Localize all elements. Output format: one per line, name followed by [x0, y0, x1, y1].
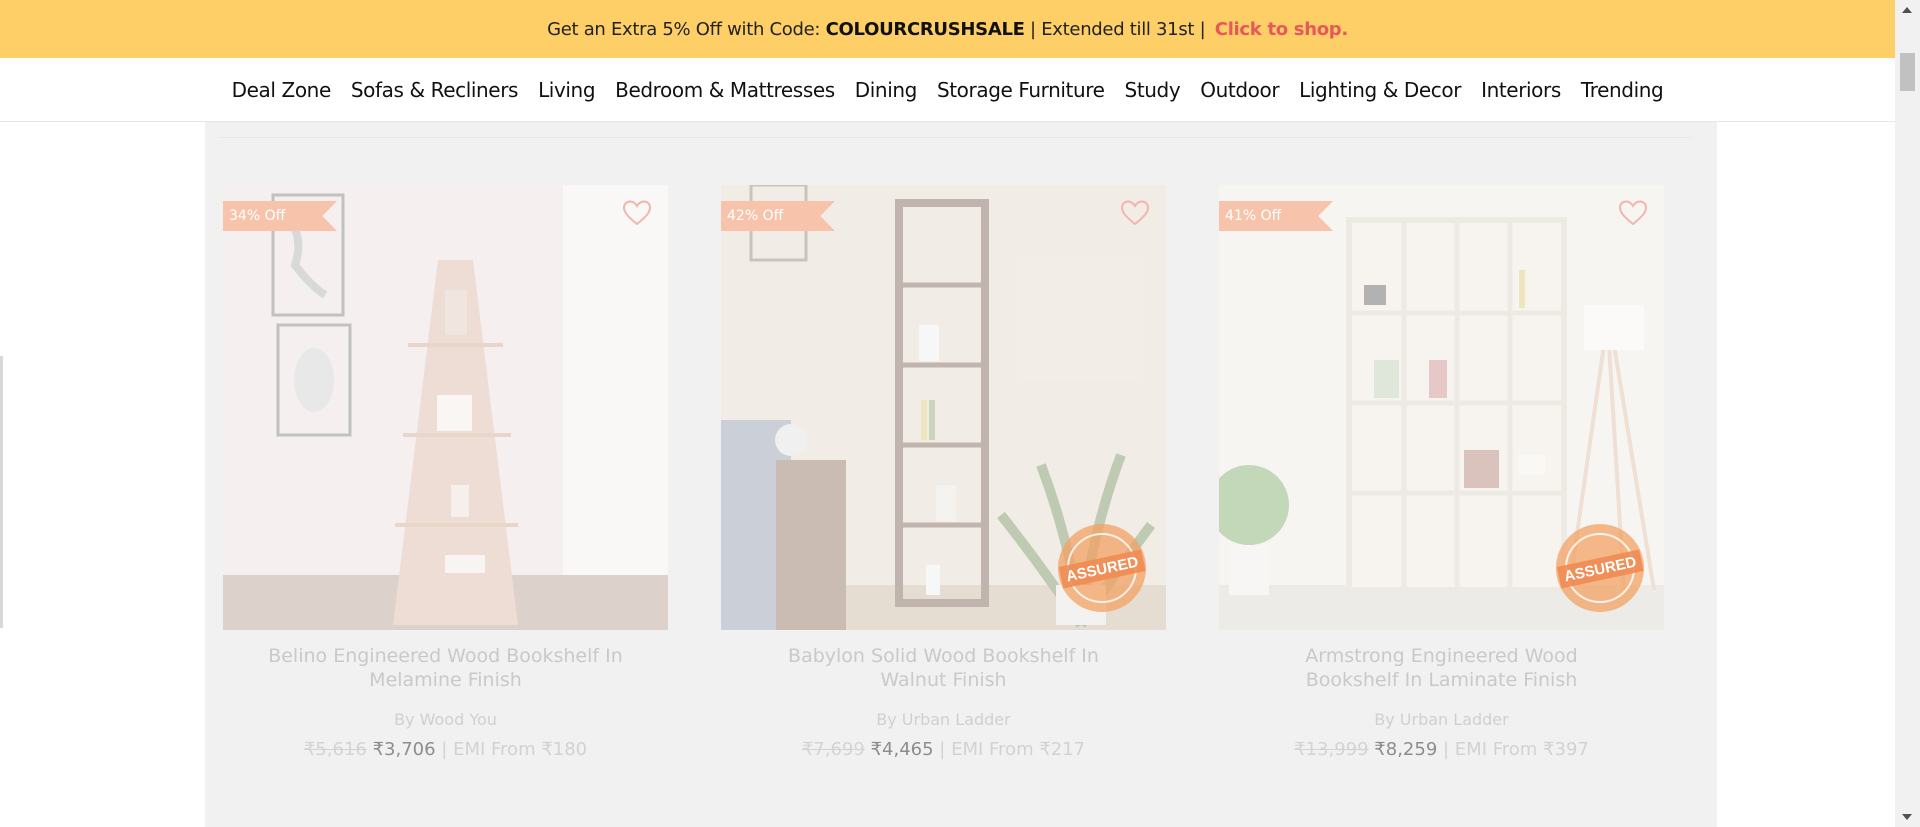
scrollbar-thumb[interactable] [1900, 53, 1915, 91]
discount-badge: 34% Off [223, 201, 337, 231]
product-card[interactable]: 41% Off ASSURED Armstrong Engineered Woo… [1219, 185, 1664, 760]
sale-price: ₹3,706 [372, 739, 436, 760]
promo-extension-text: | Extended till 31st | [1024, 18, 1211, 40]
scroll-up-arrow-icon[interactable] [1902, 7, 1912, 13]
product-card[interactable]: 42% Off ASSURED Babylon Solid Wood Books… [721, 185, 1166, 760]
heart-outline-icon[interactable] [622, 199, 652, 227]
product-price-row: ₹5,616 ₹3,706 | EMI From ₹180 [223, 739, 668, 760]
sale-price: ₹4,465 [870, 739, 934, 760]
product-image[interactable]: 42% Off ASSURED [721, 185, 1166, 630]
product-title[interactable]: Babylon Solid Wood Bookshelf In Walnut F… [721, 644, 1166, 692]
heart-outline-icon[interactable] [1120, 199, 1150, 227]
nav-item-lighting-decor[interactable]: Lighting & Decor [1289, 78, 1471, 102]
emi-text: | EMI From ₹397 [1437, 739, 1589, 760]
nav-item-storage-furniture[interactable]: Storage Furniture [927, 78, 1115, 102]
page-scrollbar[interactable] [1895, 0, 1920, 827]
nav-item-trending[interactable]: Trending [1571, 78, 1673, 102]
sale-price: ₹8,259 [1374, 739, 1438, 760]
product-brand[interactable]: By Urban Ladder [721, 710, 1166, 729]
product-price-row: ₹7,699 ₹4,465 | EMI From ₹217 [721, 739, 1166, 760]
promo-text: Get an Extra 5% Off with Code: [547, 18, 826, 40]
main-nav: Deal Zone Sofas & Recliners Living Bedro… [0, 58, 1895, 122]
nav-item-interiors[interactable]: Interiors [1471, 78, 1571, 102]
nav-item-deal-zone[interactable]: Deal Zone [222, 78, 341, 102]
product-title[interactable]: Armstrong Engineered Wood Bookshelf In L… [1219, 644, 1664, 692]
discount-badge: 41% Off [1219, 201, 1333, 231]
nav-item-sofas-recliners[interactable]: Sofas & Recliners [341, 78, 528, 102]
product-card[interactable]: 34% Off Belino Engineered Wood Bookshelf… [223, 185, 668, 760]
product-image[interactable]: 41% Off ASSURED [1219, 185, 1664, 630]
emi-text: | EMI From ₹180 [435, 739, 588, 760]
image-overlay [223, 185, 668, 630]
product-price-row: ₹13,999 ₹8,259 | EMI From ₹397 [1219, 739, 1664, 760]
side-feedback-tab[interactable] [0, 356, 3, 628]
product-title[interactable]: Belino Engineered Wood Bookshelf In Mela… [223, 644, 668, 692]
original-price: ₹7,699 [801, 739, 865, 760]
original-price: ₹13,999 [1294, 739, 1369, 760]
nav-item-bedroom-mattresses[interactable]: Bedroom & Mattresses [605, 78, 845, 102]
product-image[interactable]: 34% Off [223, 185, 668, 630]
section-divider [219, 137, 1691, 138]
discount-badge: 42% Off [721, 201, 835, 231]
original-price: ₹5,616 [303, 739, 367, 760]
scroll-down-arrow-icon[interactable] [1902, 814, 1912, 820]
assured-badge-icon: ASSURED [1556, 524, 1644, 612]
assured-badge-icon: ASSURED [1058, 524, 1146, 612]
promo-shop-link[interactable]: Click to shop. [1215, 19, 1348, 40]
nav-item-dining[interactable]: Dining [845, 78, 927, 102]
nav-item-outdoor[interactable]: Outdoor [1190, 78, 1289, 102]
heart-outline-icon[interactable] [1618, 199, 1648, 227]
nav-item-study[interactable]: Study [1115, 78, 1191, 102]
product-brand[interactable]: By Urban Ladder [1219, 710, 1664, 729]
nav-item-living[interactable]: Living [528, 78, 605, 102]
promo-code: COLOURCRUSHSALE [825, 18, 1025, 40]
product-brand[interactable]: By Wood You [223, 710, 668, 729]
promo-banner[interactable]: Get an Extra 5% Off with Code: COLOURCRU… [0, 0, 1895, 58]
emi-text: | EMI From ₹217 [933, 739, 1086, 760]
product-listing: 34% Off Belino Engineered Wood Bookshelf… [205, 122, 1717, 827]
